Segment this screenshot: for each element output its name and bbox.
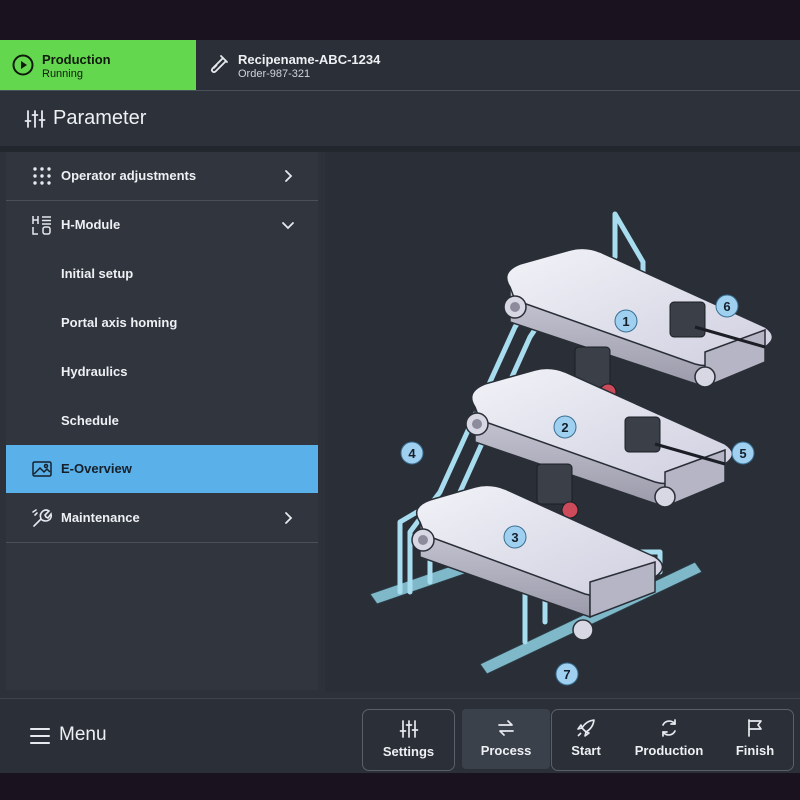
app-screen: Production Running Recipename-ABC-1234 O… (0, 40, 800, 773)
callout-6[interactable]: 6 (715, 294, 739, 318)
page-header: Parameter (0, 91, 800, 146)
image-icon (32, 461, 52, 477)
sidebar-item-maintenance[interactable]: Maintenance (6, 494, 318, 543)
sidebar-item-label: Portal axis homing (61, 315, 178, 330)
sliders-icon (399, 720, 418, 738)
rocket-icon (577, 719, 595, 737)
production-title: Production (42, 52, 111, 67)
swap-arrows-icon (498, 720, 514, 736)
sidebar-item-schedule[interactable]: Schedule (6, 397, 318, 445)
sidebar-item-hydraulics[interactable]: Hydraulics (6, 348, 318, 396)
callout-5[interactable]: 5 (731, 441, 755, 465)
settings-label: Settings (382, 744, 435, 759)
production-button[interactable]: Production (625, 709, 713, 769)
sidebar-item-label: Maintenance (61, 510, 140, 525)
page-title: Parameter (53, 107, 147, 129)
bottom-bar: Menu Settings Process Start Production F… (0, 698, 800, 773)
status-bar: Production Running Recipename-ABC-1234 O… (0, 40, 800, 91)
test-tube-icon (210, 55, 228, 74)
sidebar-item-portal-axis-homing[interactable]: Portal axis homing (6, 299, 318, 347)
chevron-right-icon (285, 170, 293, 182)
sidebar-item-h-module[interactable]: H-Module (6, 201, 318, 249)
h-module-icon (32, 216, 51, 235)
callout-3[interactable]: 3 (503, 525, 527, 549)
callout-label: 6 (723, 299, 730, 314)
order-number: Order-987-321 (238, 68, 311, 80)
production-status[interactable]: Production Running (0, 40, 196, 90)
refresh-icon (662, 719, 676, 737)
chevron-down-icon (282, 222, 294, 230)
hamburger-icon (30, 728, 50, 744)
callout-label: 4 (408, 446, 416, 461)
conveyor-diagram: 1 2 3 4 5 6 7 (369, 211, 774, 686)
flag-icon (748, 719, 762, 737)
settings-button[interactable]: Settings (362, 709, 455, 771)
grid-dots-icon (33, 167, 51, 185)
callout-1[interactable]: 1 (614, 309, 638, 333)
start-button[interactable]: Start (555, 709, 617, 769)
sliders-icon (24, 110, 46, 128)
sidebar-item-label: Hydraulics (61, 364, 128, 379)
sidebar-item-label: Operator adjustments (61, 168, 197, 183)
callout-label: 5 (739, 446, 746, 461)
callout-label: 2 (561, 420, 568, 435)
sidebar-item-label: Schedule (61, 413, 119, 428)
chevron-right-icon (285, 512, 293, 524)
sidebar-item-label: H-Module (61, 217, 121, 232)
callout-2[interactable]: 2 (553, 415, 577, 439)
callout-label: 7 (563, 667, 570, 682)
sidebar-item-label: E-Overview (61, 461, 132, 476)
finish-button[interactable]: Finish (722, 709, 788, 769)
machine-overview-panel: 1 2 3 4 5 6 7 (325, 152, 800, 692)
wrench-icon (32, 509, 53, 527)
sidebar-item-e-overview[interactable]: E-Overview (6, 445, 318, 493)
process-button[interactable]: Process (462, 709, 550, 769)
callout-7[interactable]: 7 (555, 662, 579, 686)
callout-4[interactable]: 4 (400, 441, 424, 465)
recipe-name: Recipename-ABC-1234 (238, 52, 381, 67)
production-label: Production (634, 743, 704, 758)
play-circle-icon (12, 54, 34, 76)
finish-label: Finish (735, 743, 775, 758)
start-label: Start (571, 743, 601, 758)
conveyor-belt-3 (411, 484, 664, 641)
menu-label: Menu (59, 724, 107, 745)
sidebar-item-initial-setup[interactable]: Initial setup (6, 250, 318, 298)
callout-label: 3 (511, 530, 518, 545)
sidebar: Operator adjustments H-Module Initial se… (6, 152, 318, 690)
sidebar-item-label: Initial setup (61, 266, 134, 281)
process-label: Process (480, 743, 532, 758)
sidebar-item-operator-adjustments[interactable]: Operator adjustments (6, 152, 318, 201)
callout-label: 1 (622, 314, 629, 329)
production-state: Running (42, 68, 83, 80)
